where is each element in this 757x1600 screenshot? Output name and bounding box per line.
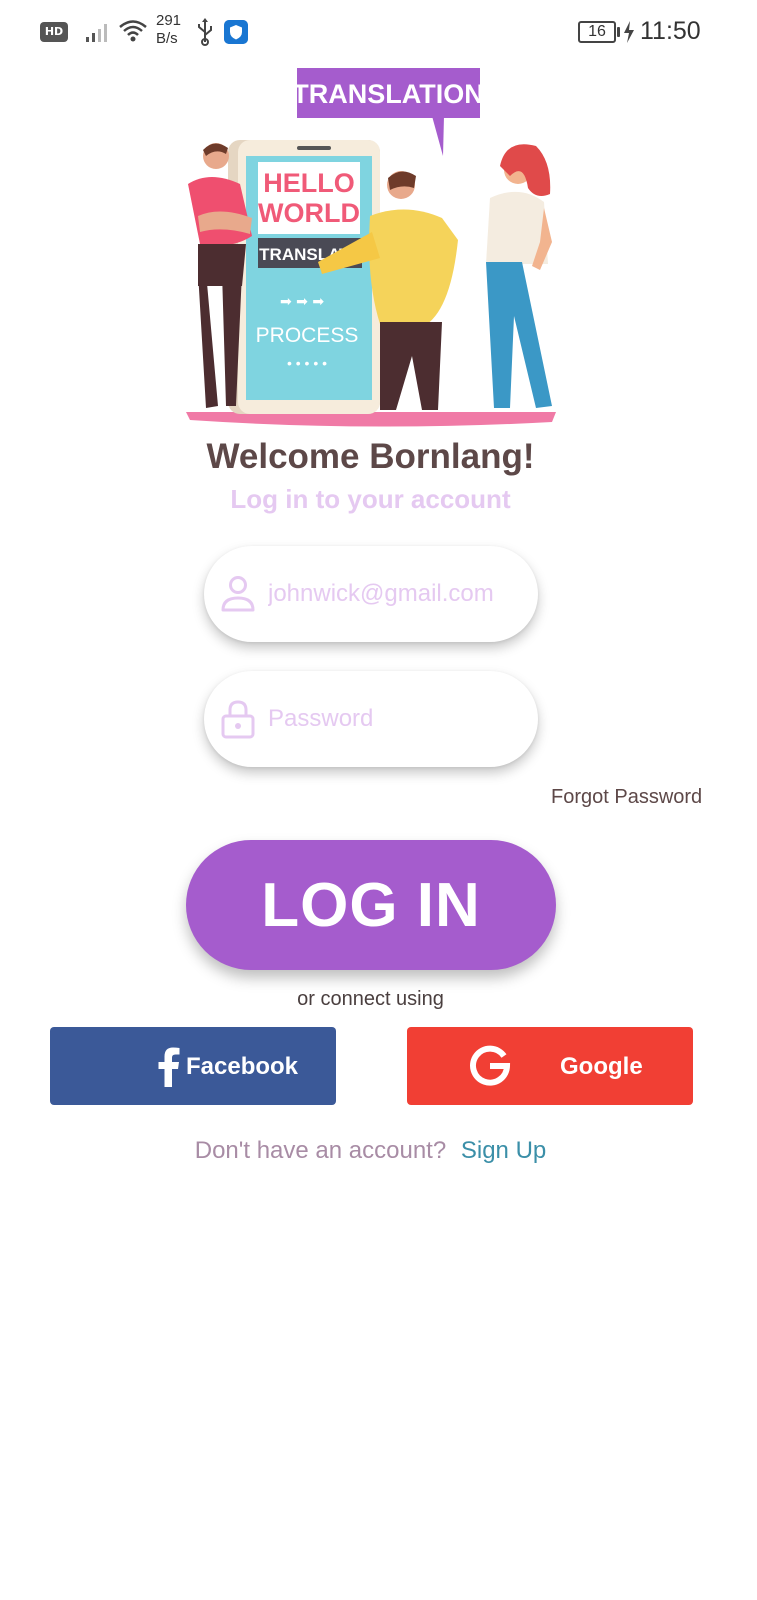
banner-text: TRANSLATION [292,79,483,109]
login-button[interactable]: LOG IN [186,840,556,970]
woman-legs [486,262,552,408]
forgot-password-link[interactable]: Forgot Password [551,786,702,809]
hello-text: HELLO [263,168,355,198]
status-bar: HD 291 B/s 16 11:50 [0,0,757,64]
user-icon [221,576,255,612]
process-text: PROCESS [256,324,359,347]
battery-indicator: 16 [578,21,616,43]
usb-icon [198,18,212,46]
wifi-icon [119,20,147,42]
email-input[interactable] [268,570,524,618]
signup-link[interactable]: Sign Up [461,1137,546,1164]
man-middle-shirt [369,209,458,328]
man-left-hips [198,244,246,286]
facebook-button[interactable]: Facebook [50,1027,336,1105]
google-label: Google [560,1053,643,1080]
no-account-label: Don't have an account? [194,1137,447,1164]
password-field[interactable] [204,671,538,767]
floor-shape [186,412,556,427]
world-text: WORLD [258,198,360,228]
banner-tail [432,116,444,156]
network-speed-unit: B/s [156,30,178,47]
signup-row: Don't have an account? Sign Up [0,1137,741,1165]
man-left-legs [198,272,242,408]
hd-badge: HD [40,22,68,42]
signal-icon [86,24,107,42]
battery-tip [617,27,620,37]
man-middle-legs [380,322,442,410]
shield-icon [224,20,248,44]
email-field[interactable] [204,546,538,642]
login-subtitle: Log in to your account [230,484,511,514]
lock-icon [221,700,255,739]
phone-speaker [297,146,331,150]
arrow-glyph: ➡ ➡ ➡ [280,294,324,310]
woman-hair [500,144,551,196]
charging-icon [624,21,634,43]
network-speed-value: 291 [156,12,182,29]
welcome-title: Welcome Bornlang! [206,437,535,476]
facebook-label: Facebook [186,1053,299,1080]
connect-using-label: or connect using [297,988,444,1010]
network-speed: 291 B/s [156,12,188,48]
google-button[interactable]: Google [407,1027,693,1105]
translation-illustration: TRANSLATION HELLO WORLD TRANSLATE ➡ ➡ ➡ … [186,68,556,427]
password-input[interactable] [268,695,524,743]
google-g-icon [470,1045,511,1086]
dots-glyph: • • • • • [287,355,327,371]
clock: 11:50 [640,17,701,45]
